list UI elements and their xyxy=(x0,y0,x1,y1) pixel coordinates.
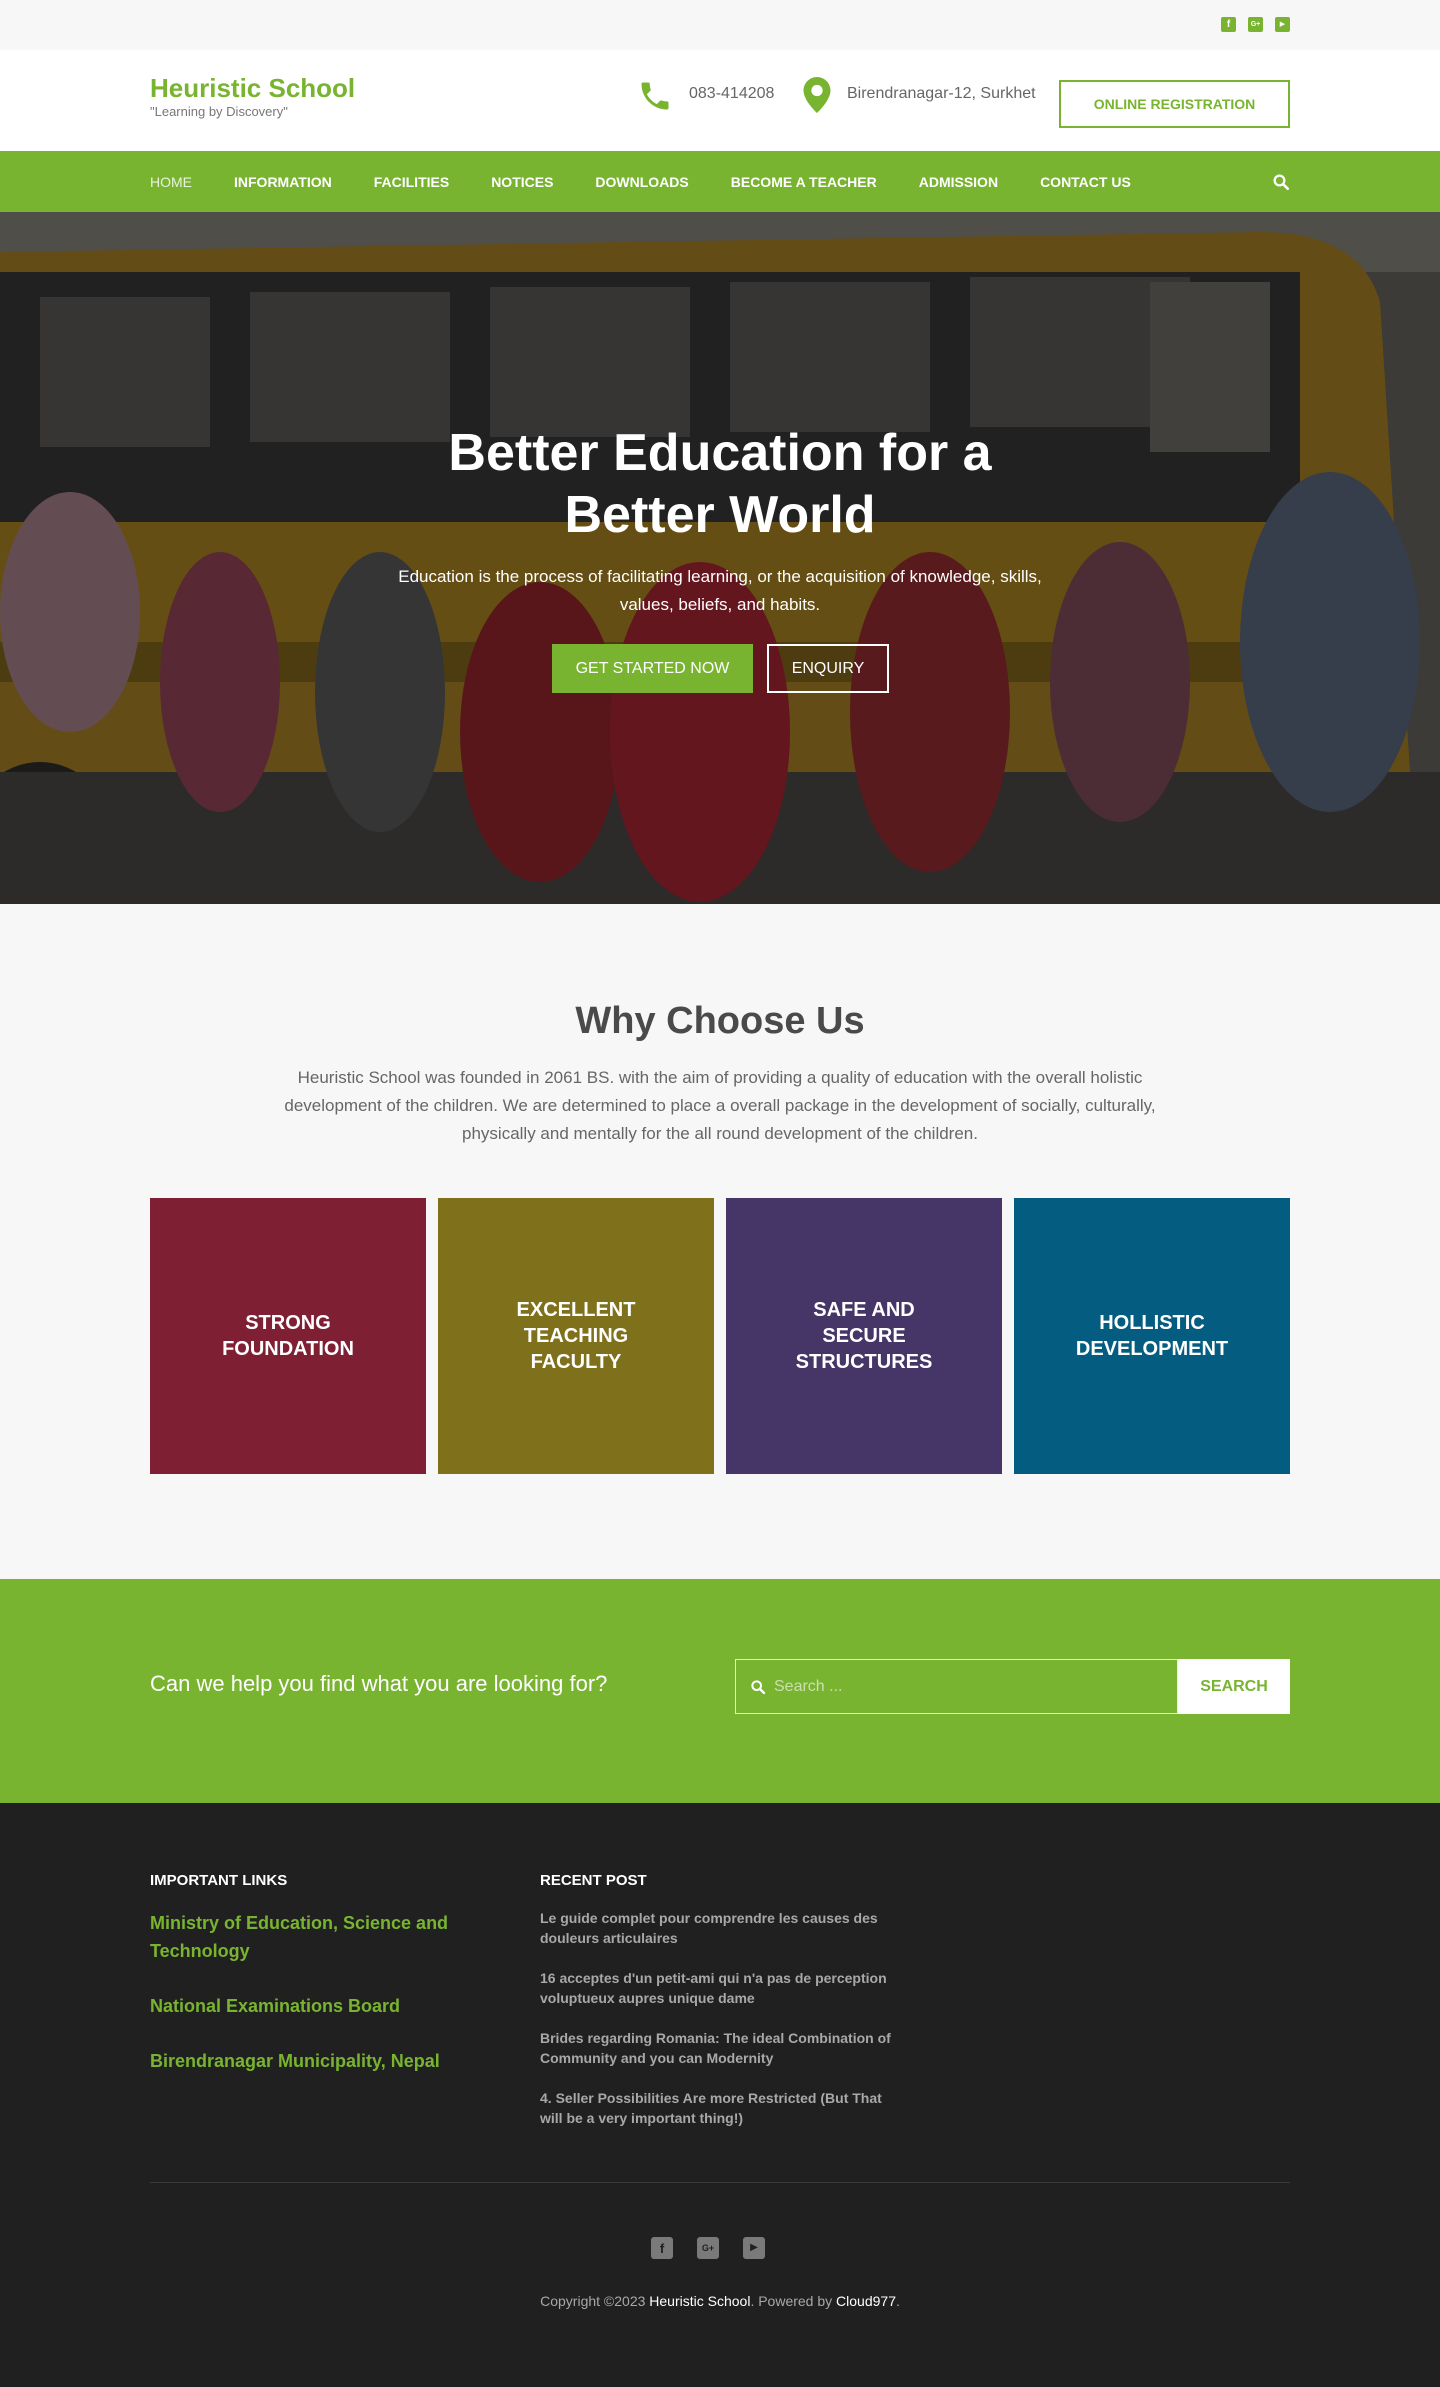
footer-link-ministry[interactable]: Ministry of Education, Science and Techn… xyxy=(150,1909,450,1965)
hero-title: Better Education for a Better World xyxy=(448,424,992,544)
hero-subtitle: Education is the process of facilitating… xyxy=(398,567,1042,614)
site-header: Heuristic School "Learning by Discovery"… xyxy=(0,50,1440,151)
hero-banner: Better Education for a Better World Educ… xyxy=(0,212,1440,904)
feature-card-holistic-development[interactable]: HOLLISTIC DEVELOPMENT xyxy=(1014,1198,1290,1474)
google-plus-icon[interactable]: G+ xyxy=(697,2237,719,2259)
recent-post-item[interactable]: Brides regarding Romania: The ideal Comb… xyxy=(540,2028,900,2068)
search-band: Can we help you find what you are lookin… xyxy=(0,1579,1440,1803)
footer-link-municipality[interactable]: Birendranagar Municipality, Nepal xyxy=(150,2047,450,2075)
facebook-icon[interactable]: f xyxy=(1221,17,1236,32)
nav-item-facilities[interactable]: FACILITIES xyxy=(374,174,449,190)
search-prompt: Can we help you find what you are lookin… xyxy=(150,1671,608,1696)
phone-number: 083-414208 xyxy=(689,85,775,102)
recent-post-heading: RECENT POST xyxy=(540,1872,647,1889)
recent-post-item[interactable]: 4. Seller Possibilities Are more Restric… xyxy=(540,2088,900,2128)
search-button[interactable]: SEARCH xyxy=(1178,1659,1290,1714)
nav-item-admission[interactable]: ADMISSION xyxy=(919,174,998,190)
nav-item-home[interactable]: HOME xyxy=(150,174,192,190)
important-links-heading: IMPORTANT LINKS xyxy=(150,1872,288,1889)
site-footer: IMPORTANT LINKS Ministry of Education, S… xyxy=(0,1803,1440,2387)
copyright-vendor-link[interactable]: Cloud977 xyxy=(836,2293,896,2309)
footer-social-links: f G+ ▶ xyxy=(651,2237,765,2259)
search-icon[interactable] xyxy=(1272,173,1290,191)
hero-background-image xyxy=(0,212,1440,904)
nav-item-downloads[interactable]: DOWNLOADS xyxy=(595,174,688,190)
address: Birendranagar-12, Surkhet xyxy=(847,85,1036,102)
youtube-icon[interactable]: ▶ xyxy=(1275,17,1290,32)
map-pin-icon xyxy=(803,77,831,113)
feature-card-safe-secure-structures[interactable]: SAFE AND SECURE STRUCTURES xyxy=(726,1198,1002,1474)
section-description: Heuristic School was founded in 2061 BS.… xyxy=(284,1068,1156,1143)
facebook-icon[interactable]: f xyxy=(651,2237,673,2259)
search-field-wrapper xyxy=(735,1659,1178,1714)
search-icon xyxy=(751,1680,766,1695)
copyright-site-link[interactable]: Heuristic School xyxy=(649,2293,750,2309)
copyright-prefix: Copyright ©2023 xyxy=(540,2293,650,2309)
feature-card-excellent-teaching-faculty[interactable]: EXCELLENT TEACHING FACULTY xyxy=(438,1198,714,1474)
nav-item-notices[interactable]: NOTICES xyxy=(491,174,553,190)
top-social-links: f G+ ▶ xyxy=(1221,17,1290,32)
recent-post-item[interactable]: Le guide complet pour comprendre les cau… xyxy=(540,1908,900,1948)
nav-item-information[interactable]: INFORMATION xyxy=(234,174,332,190)
nav-list: HOME INFORMATION FACILITIES NOTICES DOWN… xyxy=(150,151,1173,212)
footer-link-exam-board[interactable]: National Examinations Board xyxy=(150,1992,450,2020)
google-plus-icon[interactable]: G+ xyxy=(1248,17,1263,32)
online-registration-button[interactable]: ONLINE REGISTRATION xyxy=(1059,80,1290,128)
enquiry-button[interactable]: ENQUIRY xyxy=(767,644,889,693)
phone-icon xyxy=(641,82,669,110)
footer-divider xyxy=(150,2182,1290,2183)
top-bar: f G+ ▶ xyxy=(0,0,1440,50)
search-input[interactable] xyxy=(772,1660,1172,1713)
feature-card-strong-foundation[interactable]: STRONG FOUNDATION xyxy=(150,1198,426,1474)
get-started-button[interactable]: GET STARTED NOW xyxy=(552,644,753,693)
copyright-text: Copyright ©2023 Heuristic School. Powere… xyxy=(0,2293,1440,2309)
site-tagline: "Learning by Discovery" xyxy=(150,104,288,119)
copyright-powered-by: . Powered by xyxy=(750,2293,837,2309)
copyright-end: . xyxy=(895,2293,900,2309)
nav-item-contact-us[interactable]: CONTACT US xyxy=(1040,174,1131,190)
youtube-icon[interactable]: ▶ xyxy=(743,2237,765,2259)
nav-item-become-a-teacher[interactable]: BECOME A TEACHER xyxy=(731,174,877,190)
why-choose-us-section: Why Choose Us Heuristic School was found… xyxy=(0,904,1440,1579)
section-title: Why Choose Us xyxy=(575,1000,865,1042)
main-nav: HOME INFORMATION FACILITIES NOTICES DOWN… xyxy=(0,151,1440,212)
recent-post-item[interactable]: 16 acceptes d'un petit-ami qui n'a pas d… xyxy=(540,1968,900,2008)
site-title[interactable]: Heuristic School xyxy=(150,73,355,104)
